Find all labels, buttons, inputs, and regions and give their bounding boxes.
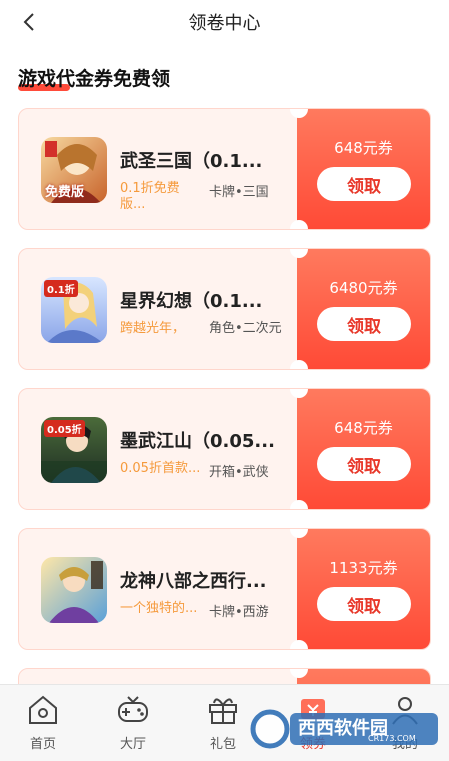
claim-button[interactable]: 领取 <box>317 587 411 621</box>
game-icon-xingjiehuanxiang[interactable]: 0.1折 <box>41 277 107 343</box>
home-icon <box>29 695 57 724</box>
coupon-amount: 648元券 <box>334 139 393 157</box>
game-icon-label: 0.1折 <box>44 280 78 297</box>
coupon-card[interactable]: 免费版 武圣三国（0.1... 0.1折免费版... 卡牌•三国 648元券 领… <box>18 108 431 230</box>
coupon-value-panel: 6480元券 领取 <box>297 249 430 369</box>
nav-home[interactable]: 首页 <box>8 693 78 752</box>
game-description: 0.05折首款... <box>120 461 201 476</box>
coupon-value-panel: 1133元券 领取 <box>297 529 430 649</box>
coupon-game-info: 0.1折 星界幻想（0.1... 跨越光年， 角色•二次元 <box>19 249 299 369</box>
coupon-card[interactable]: 0.05折 墨武江山（0.05... 0.05折首款... 开箱•武侠 648元… <box>18 388 431 510</box>
game-name: 星界幻想（0.1... <box>120 291 263 312</box>
nav-label: 礼包 <box>209 737 236 752</box>
top-bar: 领卷中心 <box>0 0 449 44</box>
claim-button[interactable]: 领取 <box>317 167 411 201</box>
watermark: 西西软件园 CR173.COM <box>250 708 440 750</box>
game-description: 跨越光年， <box>120 321 186 336</box>
game-name: 龙神八部之西行... <box>120 571 267 592</box>
gamepad-icon <box>118 696 148 722</box>
game-icon-wushengsanguo[interactable]: 免费版 <box>41 137 107 203</box>
nav-label: 首页 <box>29 737 56 752</box>
game-name: 武圣三国（0.1... <box>120 151 263 172</box>
nav-label: 大厅 <box>119 737 146 752</box>
game-icon-label: 0.05折 <box>44 420 85 437</box>
game-tags: 卡牌•西游 <box>209 605 269 620</box>
coupon-card[interactable]: 龙神八部之西行... 一个独特的... 卡牌•西游 1133元券 领取 <box>18 528 431 650</box>
claim-button[interactable]: 领取 <box>317 307 411 341</box>
coupon-amount: 648元券 <box>334 419 393 437</box>
coupon-game-info: 0.05折 墨武江山（0.05... 0.05折首款... 开箱•武侠 <box>19 389 299 509</box>
game-description: 一个独特的... <box>120 601 198 616</box>
game-icon-mowujiangshan[interactable]: 0.05折 <box>41 417 107 483</box>
nav-lobby[interactable]: 大厅 <box>98 693 168 752</box>
coupon-list: 免费版 武圣三国（0.1... 0.1折免费版... 卡牌•三国 648元券 领… <box>18 108 431 726</box>
coupon-game-info: 龙神八部之西行... 一个独特的... 卡牌•西游 <box>19 529 299 649</box>
gift-icon <box>209 698 237 724</box>
game-tags: 开箱•武侠 <box>209 465 269 480</box>
coupon-amount: 1133元券 <box>329 559 398 577</box>
coupon-game-info: 免费版 武圣三国（0.1... 0.1折免费版... 卡牌•三国 <box>19 109 299 229</box>
game-tags: 卡牌•三国 <box>209 185 269 200</box>
nav-gift[interactable]: 礼包 <box>188 693 258 752</box>
game-icon-label: 免费版 <box>45 185 85 200</box>
claim-button[interactable]: 领取 <box>317 447 411 481</box>
coupon-card[interactable]: 0.1折 星界幻想（0.1... 跨越光年， 角色•二次元 6480元券 领取 <box>18 248 431 370</box>
game-icon-longshenbabu[interactable] <box>41 557 107 623</box>
game-tags: 角色•二次元 <box>209 321 282 336</box>
game-description: 0.1折免费版... <box>120 181 180 212</box>
coupon-amount: 6480元券 <box>329 279 398 297</box>
coupon-value-panel: 648元券 领取 <box>297 109 430 229</box>
page-title: 领卷中心 <box>188 13 261 34</box>
watermark-subtext: CR173.COM <box>368 734 416 743</box>
game-name: 墨武江山（0.05... <box>120 431 275 452</box>
section-title: 游戏代金券免费领 <box>18 68 171 90</box>
coupon-value-panel: 648元券 领取 <box>297 389 430 509</box>
